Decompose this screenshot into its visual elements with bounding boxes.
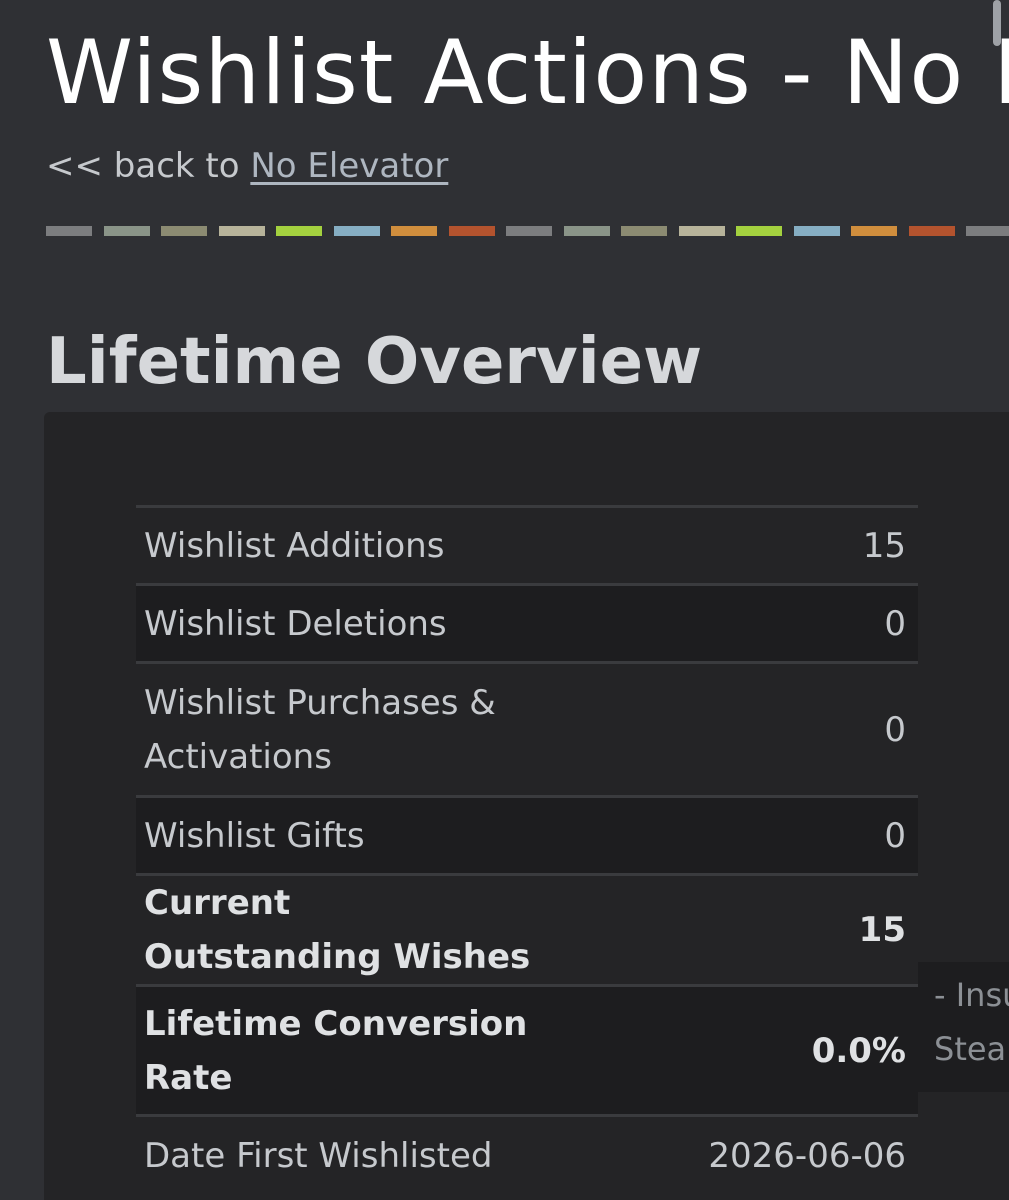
lifetime-overview-heading: Lifetime Overview [46,325,703,399]
table-row-wishlist-purchases: Wishlist Purchases & Activations 0 [136,661,918,797]
conversion-rate-note: - InsufficientSteam [918,962,1009,1092]
stripe-segment [736,226,782,236]
stripe-segment [161,226,207,236]
row-label: Wishlist Purchases & Activations [136,661,546,797]
row-value: 2026-06-06 [546,1114,918,1196]
stripe-segment [851,226,897,236]
table-row-date-first-wishlisted: Date First Wishlisted 2026-06-06 [136,1114,918,1196]
color-stripe-divider [46,226,1009,236]
row-label: Current Outstanding Wishes [136,873,546,986]
stripe-segment [621,226,667,236]
stripe-segment [391,226,437,236]
row-value: 15 [546,505,918,585]
stripe-segment [333,226,380,236]
table-row-wishlist-deletions: Wishlist Deletions 0 [136,583,918,663]
stripe-segment [46,226,92,236]
row-label: Date First Wishlisted [136,1114,546,1196]
row-value: 0 [546,583,918,663]
stripe-segment [966,226,1009,236]
wishlist-actions-page: Wishlist Actions - No Elevator << back t… [0,0,1009,1200]
lifetime-stats-table: Wishlist Additions 15 Wishlist Deletions… [136,505,918,1196]
row-value: 0.0% [546,984,918,1116]
table-row-lifetime-conversion-rate: Lifetime Conversion Rate 0.0% [136,984,918,1116]
row-label: Wishlist Gifts [136,795,546,875]
stripe-segment [506,226,552,236]
stripe-segment [218,226,265,236]
breadcrumb: << back to No Elevator [46,146,448,186]
row-value: 15 [546,873,918,986]
row-label: Wishlist Additions [136,505,546,585]
table-row-current-outstanding-wishes: Current Outstanding Wishes 15 [136,873,918,986]
row-value: 0 [546,661,918,797]
row-value: 0 [546,795,918,875]
stripe-segment [103,226,150,236]
table-row-wishlist-gifts: Wishlist Gifts 0 [136,795,918,875]
stripe-segment [563,226,610,236]
stripe-segment [448,226,495,236]
back-prefix: << back to [46,146,251,186]
back-to-app-link[interactable]: No Elevator [250,146,448,186]
row-label: Wishlist Deletions [136,583,546,663]
page-title: Wishlist Actions - No Elevator [46,21,1009,124]
stripe-segment [793,226,840,236]
row-label: Lifetime Conversion Rate [136,984,546,1116]
stripe-segment [276,226,322,236]
stripe-segment [678,226,725,236]
table-row-wishlist-additions: Wishlist Additions 15 [136,505,918,585]
stripe-segment [908,226,955,236]
